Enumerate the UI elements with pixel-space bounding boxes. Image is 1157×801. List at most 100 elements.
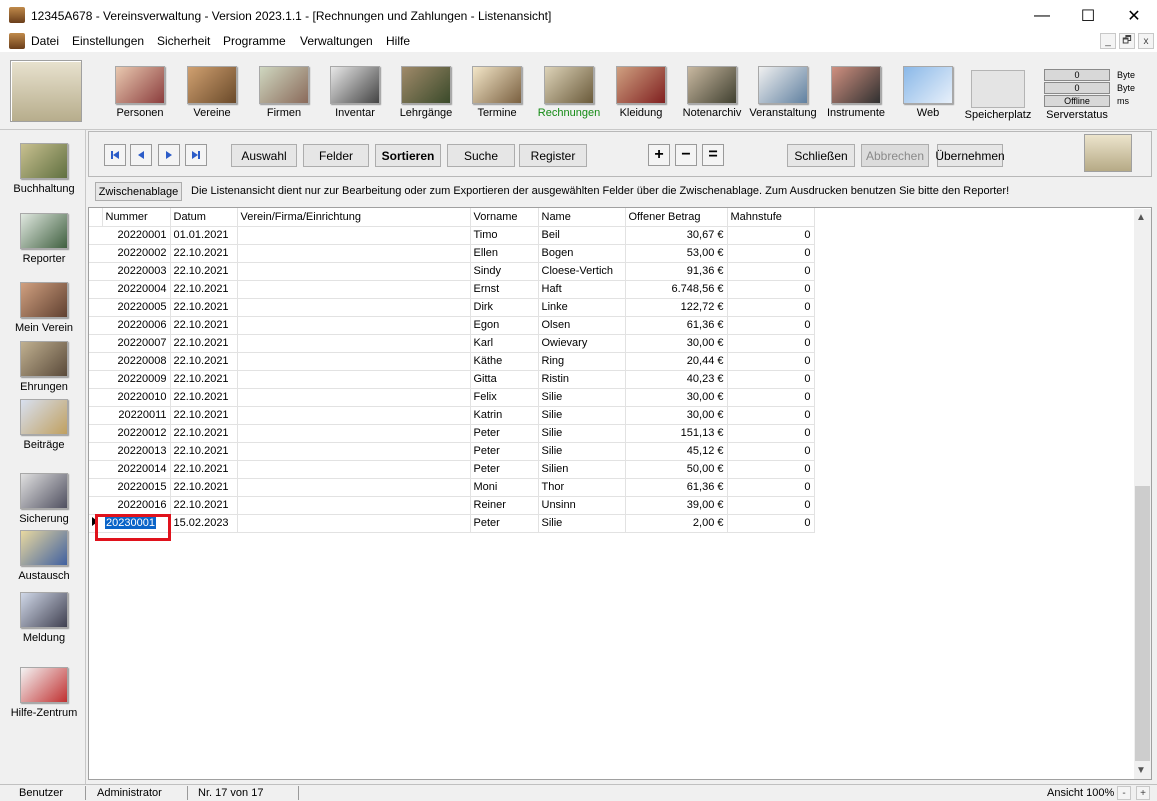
table-row[interactable]: 20220007 22.10.2021 Karl Owievary 30,00 €0 bbox=[89, 334, 815, 353]
table-cell[interactable]: 40,23 € bbox=[625, 370, 728, 389]
menu-datei[interactable]: Datei bbox=[31, 34, 59, 48]
table-cell[interactable] bbox=[237, 460, 471, 479]
table-cell[interactable]: 0 bbox=[727, 442, 815, 461]
table-row[interactable]: 20220006 22.10.2021 Egon Olsen 61,36 €0 bbox=[89, 316, 815, 335]
sidebar-item-beiträge[interactable]: Beiträge bbox=[2, 399, 86, 451]
table-cell[interactable]: Timo bbox=[470, 226, 539, 245]
table-cell[interactable]: Reiner bbox=[470, 496, 539, 515]
table-cell[interactable]: 22.10.2021 bbox=[170, 298, 238, 317]
column-header[interactable]: Offener Betrag bbox=[625, 208, 728, 227]
table-cell[interactable]: Peter bbox=[470, 442, 539, 461]
app-icon[interactable] bbox=[9, 33, 25, 49]
table-cell[interactable]: 22.10.2021 bbox=[170, 496, 238, 515]
table-cell[interactable]: 20220015 bbox=[102, 478, 171, 497]
table-cell[interactable]: 22.10.2021 bbox=[170, 334, 238, 353]
table-cell[interactable]: 22.10.2021 bbox=[170, 442, 238, 461]
table-row[interactable]: 20220013 22.10.2021 Peter Silie 45,12 €0 bbox=[89, 442, 815, 461]
table-cell[interactable]: Silie bbox=[538, 514, 626, 533]
column-header[interactable]: Vorname bbox=[470, 208, 539, 227]
scroll-up-icon[interactable]: ▲ bbox=[1136, 212, 1146, 223]
suche-button[interactable]: Suche bbox=[447, 144, 515, 167]
table-cell[interactable]: 0 bbox=[727, 316, 815, 335]
table-cell[interactable]: Sindy bbox=[470, 262, 539, 281]
table-cell[interactable] bbox=[237, 334, 471, 353]
table-cell[interactable]: 53,00 € bbox=[625, 244, 728, 263]
toolbar-item-termine[interactable]: Termine bbox=[461, 66, 533, 119]
table-cell[interactable] bbox=[237, 262, 471, 281]
table-cell[interactable]: 22.10.2021 bbox=[170, 280, 238, 299]
sidebar-item-meldung[interactable]: Meldung bbox=[2, 592, 86, 644]
table-cell[interactable]: 39,00 € bbox=[625, 496, 728, 515]
table-cell[interactable]: 0 bbox=[727, 298, 815, 317]
table-cell[interactable]: Peter bbox=[470, 424, 539, 443]
toolbar-item-personen[interactable]: Personen bbox=[104, 66, 176, 119]
table-cell[interactable]: 30,00 € bbox=[625, 388, 728, 407]
register-button[interactable]: Register bbox=[519, 144, 587, 167]
table-cell[interactable] bbox=[237, 406, 471, 425]
table-cell[interactable]: 0 bbox=[727, 370, 815, 389]
toolbar-item-vereine[interactable]: Vereine bbox=[176, 66, 248, 119]
table-cell[interactable]: 91,36 € bbox=[625, 262, 728, 281]
scroll-down-icon[interactable]: ▼ bbox=[1136, 765, 1146, 776]
toolbar-item-rechnungen[interactable]: Rechnungen bbox=[533, 66, 605, 119]
table-row[interactable]: 20220014 22.10.2021 Peter Silien 50,00 €0 bbox=[89, 460, 815, 479]
table-cell[interactable]: 0 bbox=[727, 388, 815, 407]
table-cell[interactable]: 0 bbox=[727, 280, 815, 299]
table-row[interactable]: 20220008 22.10.2021 Käthe Ring 20,44 €0 bbox=[89, 352, 815, 371]
first-record-button[interactable] bbox=[104, 144, 126, 166]
table-cell[interactable]: 20,44 € bbox=[625, 352, 728, 371]
sidebar-item-mein-verein[interactable]: Mein Verein bbox=[2, 282, 86, 334]
table-row[interactable]: 20220009 22.10.2021 Gitta Ristin 40,23 €0 bbox=[89, 370, 815, 389]
table-cell[interactable]: Silie bbox=[538, 442, 626, 461]
table-cell[interactable]: 20220007 bbox=[102, 334, 171, 353]
table-row[interactable]: 20230001 15.02.2023 Peter Silie 2,00 €0 bbox=[89, 514, 815, 533]
table-row[interactable]: 20220015 22.10.2021 Moni Thor 61,36 €0 bbox=[89, 478, 815, 497]
add-button[interactable]: + bbox=[648, 144, 670, 166]
invoice-grid[interactable]: Nummer Datum Verein/Firma/Einrichtung Vo… bbox=[88, 207, 1152, 780]
table-cell[interactable]: 20220003 bbox=[102, 262, 171, 281]
menu-programme[interactable]: Programme bbox=[223, 34, 286, 48]
table-row[interactable]: 20220012 22.10.2021 Peter Silie 151,13 €0 bbox=[89, 424, 815, 443]
table-cell[interactable]: Beil bbox=[538, 226, 626, 245]
table-cell[interactable] bbox=[237, 226, 471, 245]
table-cell[interactable]: 0 bbox=[727, 262, 815, 281]
next-record-button[interactable] bbox=[158, 144, 180, 166]
table-cell[interactable]: 30,67 € bbox=[625, 226, 728, 245]
table-cell[interactable]: 61,36 € bbox=[625, 478, 728, 497]
mdi-close-button[interactable]: x bbox=[1138, 33, 1154, 49]
table-cell[interactable]: 20220009 bbox=[102, 370, 171, 389]
table-cell[interactable]: Unsinn bbox=[538, 496, 626, 515]
toolbar-item-notenarchiv[interactable]: Notenarchiv bbox=[676, 66, 748, 119]
table-cell[interactable]: Peter bbox=[470, 514, 539, 533]
menu-verwaltungen[interactable]: Verwaltungen bbox=[300, 34, 373, 48]
sortieren-button[interactable]: Sortieren bbox=[375, 144, 441, 167]
table-cell[interactable]: Ellen bbox=[470, 244, 539, 263]
table-row[interactable]: 20220002 22.10.2021 Ellen Bogen 53,00 €0 bbox=[89, 244, 815, 263]
sidebar-item-hilfe-zentrum[interactable]: Hilfe-Zentrum bbox=[2, 667, 86, 719]
toolbar-item-instrumente[interactable]: Instrumente bbox=[820, 66, 892, 119]
table-cell[interactable]: 20220011 bbox=[102, 406, 171, 425]
table-cell[interactable]: Cloese-Vertich bbox=[538, 262, 626, 281]
table-cell[interactable]: 122,72 € bbox=[625, 298, 728, 317]
table-cell[interactable] bbox=[237, 496, 471, 515]
table-cell[interactable]: 0 bbox=[727, 478, 815, 497]
table-cell[interactable]: Ring bbox=[538, 352, 626, 371]
table-cell[interactable] bbox=[237, 280, 471, 299]
table-cell[interactable]: 30,00 € bbox=[625, 334, 728, 353]
zoom-in-button[interactable]: + bbox=[1136, 786, 1150, 800]
table-cell[interactable]: 20220010 bbox=[102, 388, 171, 407]
table-row[interactable]: 20220011 22.10.2021 Katrin Silie 30,00 €0 bbox=[89, 406, 815, 425]
sidebar-item-ehrungen[interactable]: Ehrungen bbox=[2, 341, 86, 393]
table-cell[interactable]: 45,12 € bbox=[625, 442, 728, 461]
schliessen-button[interactable]: Schließen bbox=[787, 144, 855, 167]
table-cell[interactable]: 30,00 € bbox=[625, 406, 728, 425]
table-cell[interactable]: Felix bbox=[470, 388, 539, 407]
table-cell[interactable]: Thor bbox=[538, 478, 626, 497]
table-cell[interactable]: 61,36 € bbox=[625, 316, 728, 335]
table-cell[interactable]: 0 bbox=[727, 406, 815, 425]
toolbar-item-lehrgänge[interactable]: Lehrgänge bbox=[390, 66, 462, 119]
table-cell[interactable] bbox=[237, 514, 471, 533]
menu-sicherheit[interactable]: Sicherheit bbox=[157, 34, 210, 48]
table-cell[interactable]: Karl bbox=[470, 334, 539, 353]
prev-record-button[interactable] bbox=[130, 144, 152, 166]
